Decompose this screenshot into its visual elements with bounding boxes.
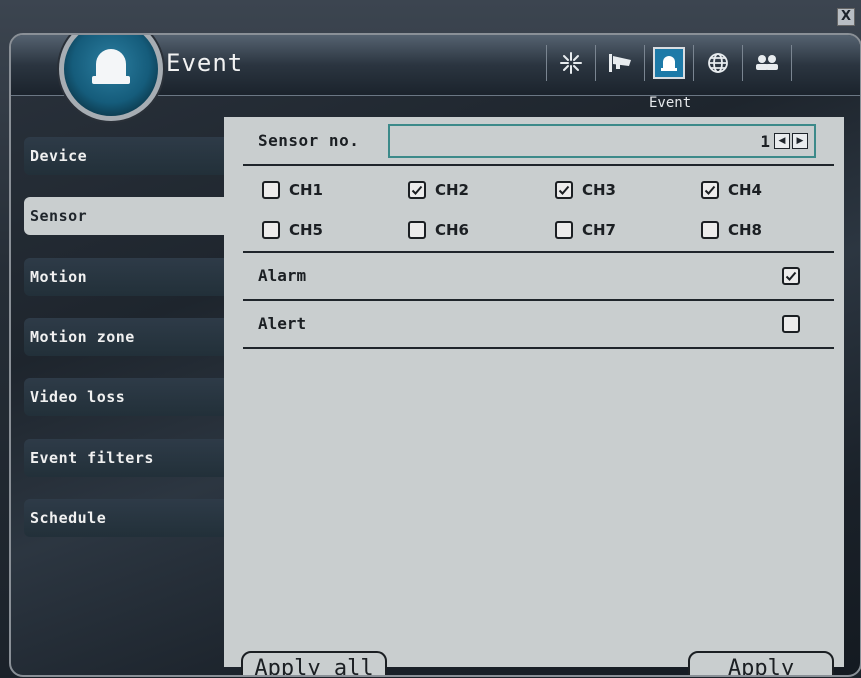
divider [243, 251, 834, 253]
checkmark-icon [704, 185, 716, 195]
checkmark-icon [785, 271, 797, 281]
globe-icon [708, 53, 728, 73]
alarm-bell-icon [661, 56, 677, 71]
sidebar-item-sensor[interactable]: Sensor [24, 197, 224, 235]
alert-checkbox[interactable] [782, 315, 800, 333]
toolbar [546, 45, 792, 81]
apply-button[interactable]: Apply [688, 651, 834, 675]
tab-camera[interactable] [595, 45, 644, 81]
checkmark-icon [411, 185, 423, 195]
app-frame: X Event Event Device Sensor Motion Motio… [0, 0, 861, 678]
sensor-no-value: 1 [760, 132, 770, 151]
channel-label: CH1 [289, 181, 323, 199]
tab-settings[interactable] [546, 45, 595, 81]
divider [243, 299, 834, 301]
channel-label: CH4 [728, 181, 762, 199]
channel-label: CH6 [435, 221, 469, 239]
channel-ch8[interactable]: CH8 [701, 221, 762, 239]
channel-label: CH7 [582, 221, 616, 239]
alarm-label: Alarm [258, 266, 307, 285]
sidebar-item-video-loss[interactable]: Video loss [24, 378, 224, 416]
sensor-prev-button[interactable]: ◀ [774, 133, 790, 149]
channel-label: CH5 [289, 221, 323, 239]
triangle-right-icon: ▶ [796, 136, 804, 146]
sensor-panel: Sensor no. 1 ◀ ▶ CH1 CH2 CH3 CH4 CH5 CH6… [224, 117, 844, 675]
checkbox[interactable] [408, 181, 426, 199]
checkbox[interactable] [262, 221, 280, 239]
apply-all-button[interactable]: Apply all [241, 651, 387, 675]
sensor-no-label: Sensor no. [258, 131, 360, 150]
channel-label: CH8 [728, 221, 762, 239]
checkmark-icon [558, 185, 570, 195]
sensor-no-field[interactable]: 1 ◀ ▶ [388, 124, 816, 158]
tab-users[interactable] [742, 45, 792, 81]
sidebar-item-event-filters[interactable]: Event filters [24, 439, 224, 477]
sidebar-item-motion[interactable]: Motion [24, 258, 224, 296]
sidebar-item-device[interactable]: Device [24, 137, 224, 175]
sensor-next-button[interactable]: ▶ [792, 133, 808, 149]
channel-label: CH2 [435, 181, 469, 199]
channel-ch4[interactable]: CH4 [701, 181, 762, 199]
channel-ch1[interactable]: CH1 [262, 181, 323, 199]
checkbox[interactable] [555, 181, 573, 199]
sidebar-item-schedule[interactable]: Schedule [24, 499, 224, 537]
channel-label: CH3 [582, 181, 616, 199]
sidebar-item-motion-zone[interactable]: Motion zone [24, 318, 224, 356]
camera-icon [609, 54, 631, 72]
triangle-left-icon: ◀ [778, 136, 786, 146]
divider [243, 347, 834, 349]
checkbox[interactable] [701, 181, 719, 199]
channel-ch5[interactable]: CH5 [262, 221, 323, 239]
close-button[interactable]: X [837, 8, 855, 26]
checkbox[interactable] [262, 181, 280, 199]
event-logo [59, 35, 163, 121]
snowflake-settings-icon [560, 52, 582, 74]
channel-ch2[interactable]: CH2 [408, 181, 469, 199]
divider [243, 164, 834, 166]
channel-ch6[interactable]: CH6 [408, 221, 469, 239]
page-title: Event [166, 49, 244, 77]
tab-event[interactable] [644, 45, 693, 81]
checkbox[interactable] [555, 221, 573, 239]
tab-network[interactable] [693, 45, 742, 81]
checkbox[interactable] [701, 221, 719, 239]
alarm-checkbox[interactable] [782, 267, 800, 285]
users-icon [756, 55, 778, 70]
channel-ch7[interactable]: CH7 [555, 221, 616, 239]
alert-label: Alert [258, 314, 307, 333]
section-label: Event [649, 95, 692, 111]
event-window: Event Event Device Sensor Motion Motion … [9, 33, 861, 677]
checkbox[interactable] [408, 221, 426, 239]
alarm-bell-icon [92, 49, 130, 84]
channel-ch3[interactable]: CH3 [555, 181, 616, 199]
tab-event-highlight [653, 47, 685, 79]
